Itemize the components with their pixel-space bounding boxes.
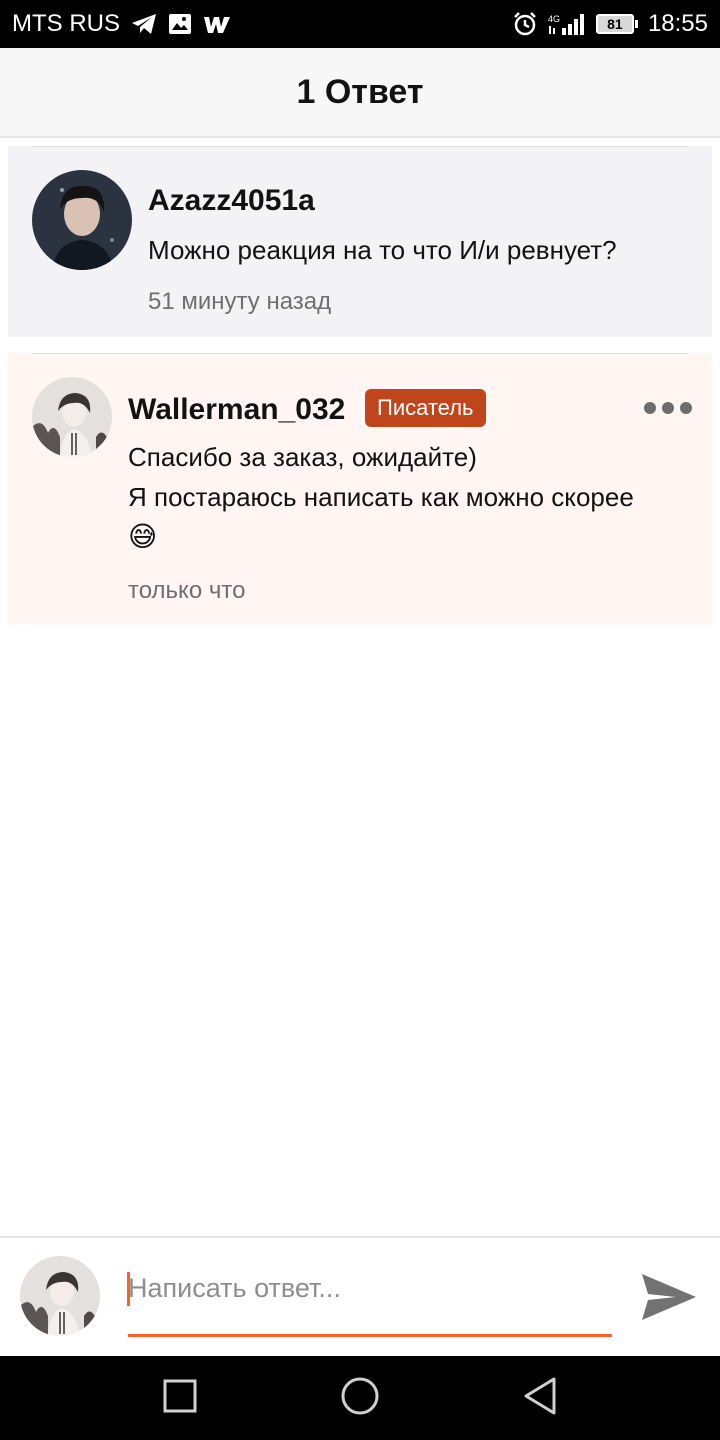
back-triangle-icon[interactable] [520, 1376, 560, 1421]
comment-text-line2: Я постараюсь написать как можно скорее [128, 482, 634, 512]
emoji-sweat-smile: 😅 [128, 521, 158, 552]
recents-square-icon[interactable] [162, 1378, 198, 1419]
reply-comment: Wallerman_032 Писатель Спасибо за заказ,… [8, 353, 712, 625]
telegram-icon [130, 12, 158, 36]
wattpad-icon [202, 13, 232, 35]
comment-timestamp: только что [128, 577, 246, 604]
input-underline [128, 1334, 612, 1337]
parent-comment: Azazz4051a Можно реакция на то что И/и р… [8, 146, 712, 337]
text-caret [127, 1272, 130, 1306]
divider [32, 146, 688, 147]
avatar[interactable] [32, 170, 132, 270]
comment-timestamp: 51 минуту назад [148, 288, 332, 315]
system-nav-bar [0, 1356, 720, 1440]
app-header: 1 Ответ [0, 48, 720, 138]
writer-badge: Писатель [365, 389, 486, 427]
page-title: 1 Ответ [296, 72, 424, 111]
reply-composer [0, 1236, 720, 1356]
status-bar: MTS RUS 4G 81 18:55 [0, 0, 720, 48]
home-circle-icon[interactable] [340, 1376, 380, 1421]
comment-text-line1: Спасибо за заказ, ожидайте) [128, 442, 477, 472]
signal-icon: 4G [548, 12, 586, 36]
clock: 18:55 [647, 10, 708, 37]
more-options-icon[interactable] [644, 402, 692, 414]
alarm-icon [512, 11, 538, 37]
network-type: 4G [548, 14, 560, 24]
battery-icon: 81 [595, 14, 638, 34]
divider [32, 353, 688, 354]
carrier-name: MTS RUS [12, 10, 120, 37]
avatar[interactable] [32, 377, 112, 457]
send-icon[interactable] [640, 1268, 698, 1326]
comment-username[interactable]: Azazz4051a [148, 184, 315, 218]
battery-level: 81 [595, 14, 634, 34]
comment-username[interactable]: Wallerman_032 [128, 393, 345, 427]
comment-text: Можно реакция на то что И/и ревнует? [148, 235, 617, 265]
reply-input[interactable] [128, 1268, 612, 1308]
user-avatar [20, 1256, 100, 1336]
gallery-icon [168, 13, 192, 35]
